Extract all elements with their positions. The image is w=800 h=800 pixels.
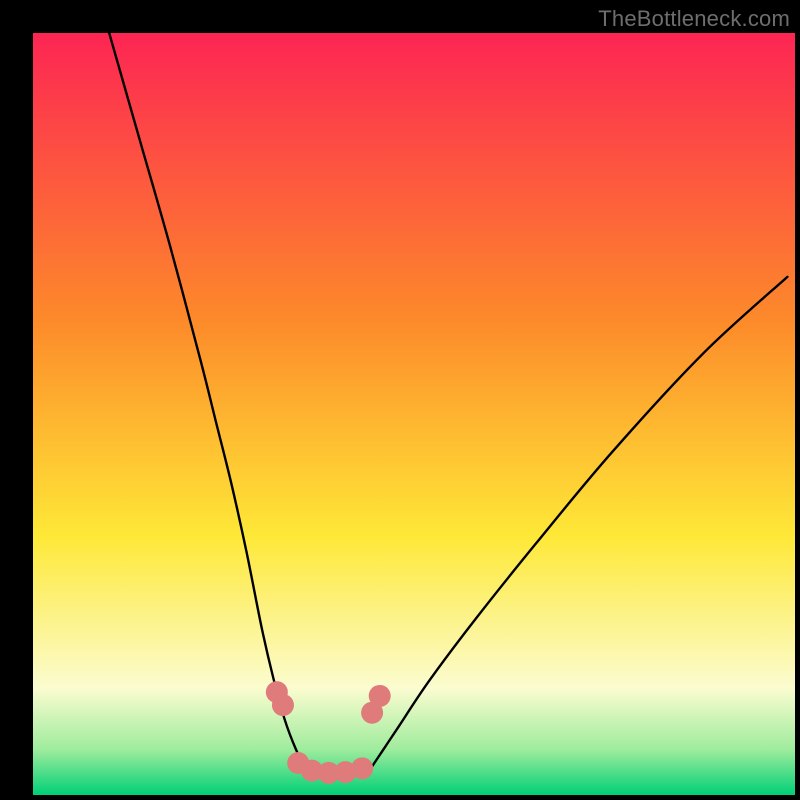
chart-frame: TheBottleneck.com [0, 0, 800, 800]
marker-right-marker-2 [369, 685, 391, 707]
chart-svg [33, 33, 795, 795]
marker-left-marker-2 [272, 694, 294, 716]
watermark-text: TheBottleneck.com [598, 6, 790, 32]
marker-basin-5 [351, 757, 373, 779]
gradient-background [33, 33, 795, 795]
plot-area [33, 33, 795, 795]
